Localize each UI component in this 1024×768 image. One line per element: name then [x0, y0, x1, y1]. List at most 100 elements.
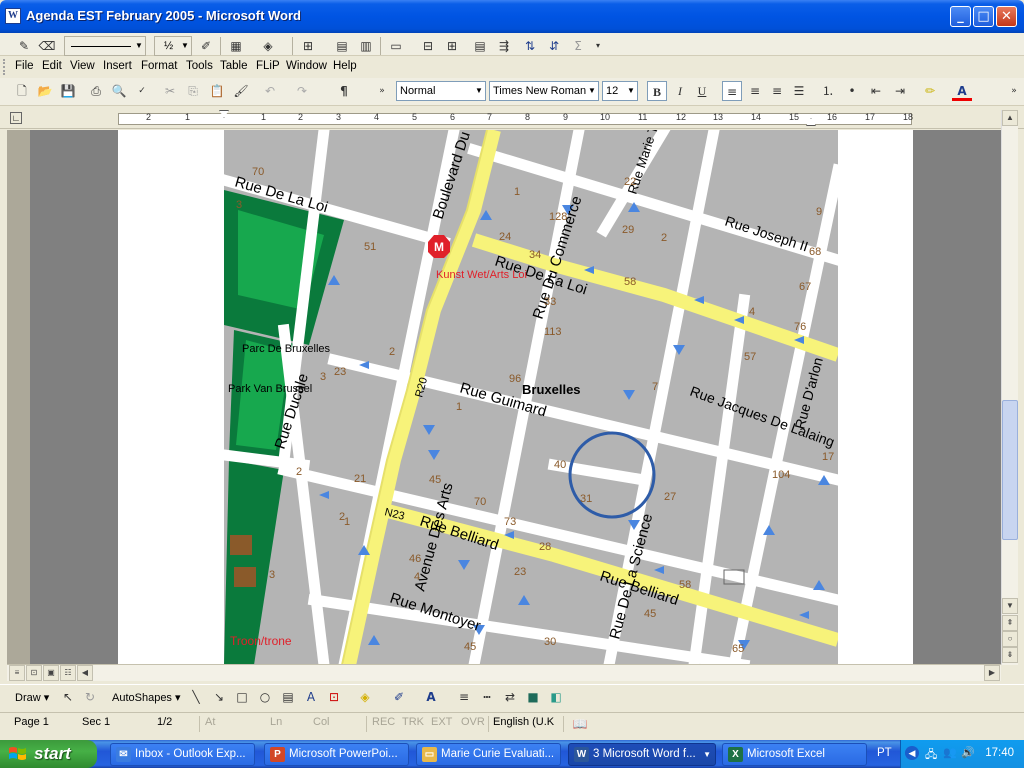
menu-table[interactable]: Table [220, 60, 248, 72]
word-app-icon[interactable]: W [5, 8, 21, 24]
users-icon[interactable]: 👥 [943, 746, 957, 759]
select-browse-object-icon[interactable]: ○ [1002, 631, 1018, 647]
arrow-style-icon[interactable]: ⇄ [500, 687, 520, 707]
tray-expand-icon[interactable]: ◀ [905, 746, 919, 760]
print-icon[interactable]: ⎙ [86, 81, 106, 101]
menu-window[interactable]: Window [286, 60, 327, 72]
align-left-icon[interactable]: ≡ [722, 81, 742, 101]
style-dropdown[interactable]: Normal ▼ [396, 81, 486, 101]
status-rec[interactable]: REC [372, 716, 395, 728]
menu-flip[interactable]: FLiP [256, 60, 280, 72]
toolbar-options-icon[interactable]: ▾ [588, 36, 608, 56]
font-color-draw-icon[interactable]: A [421, 687, 441, 707]
spelling-status-icon[interactable]: 📖 [570, 714, 590, 734]
increase-indent-icon[interactable]: ⇥ [890, 81, 910, 101]
decrease-indent-icon[interactable]: ⇤ [866, 81, 886, 101]
open-folder-icon[interactable]: 📂 [35, 81, 55, 101]
italic-icon[interactable]: I [670, 81, 690, 101]
autoshapes-menu-button[interactable]: AutoShapes ▾ [112, 691, 181, 704]
wordart-icon[interactable]: A [301, 687, 321, 707]
highlight-icon[interactable]: ✏ [920, 81, 940, 101]
align-right-icon[interactable]: ≡ [767, 81, 787, 101]
print-layout-icon[interactable]: ▣ [43, 665, 59, 681]
underline-icon[interactable]: U [692, 81, 712, 101]
task-outlook[interactable]: ✉ Inbox - Outlook Exp... [110, 743, 255, 766]
line-width-dropdown[interactable]: ½ ▼ [154, 36, 192, 56]
menu-view[interactable]: View [70, 60, 95, 72]
insert-table-icon[interactable]: ⊞ [298, 36, 318, 56]
web-layout-icon[interactable]: ⊡ [26, 665, 42, 681]
scroll-thumb[interactable] [1002, 400, 1018, 540]
status-ext[interactable]: EXT [431, 716, 452, 728]
menu-tools[interactable]: Tools [186, 60, 213, 72]
select-objects-icon[interactable]: ↖ [58, 687, 78, 707]
pencil-icon[interactable]: ✎ [14, 36, 34, 56]
clock[interactable]: 17:40 [985, 747, 1014, 759]
paste-icon[interactable]: 📋 [207, 81, 227, 101]
document-page[interactable]: M Rue De La Loi Boulevard Du Regent Rue … [118, 130, 913, 665]
line-icon[interactable]: ╲ [186, 687, 206, 707]
scroll-up-icon[interactable]: ▲ [1002, 110, 1018, 126]
task-folder[interactable]: ▭ Marie Curie Evaluati... [416, 743, 561, 766]
menu-file[interactable]: File [15, 60, 34, 72]
borders-icon[interactable]: ▦ [226, 36, 246, 56]
previous-page-icon[interactable]: ⇞ [1002, 615, 1018, 631]
sort-descending-icon[interactable]: ⇵ [544, 36, 564, 56]
font-size-dropdown[interactable]: 12 ▼ [602, 81, 638, 101]
font-color-icon[interactable]: A [952, 81, 972, 101]
language-indicator[interactable]: PT [877, 747, 892, 759]
spelling-icon[interactable]: ✓ [132, 81, 152, 101]
brussels-map-image[interactable]: M Rue De La Loi Boulevard Du Regent Rue … [224, 130, 838, 665]
document-area[interactable]: M Rue De La Loi Boulevard Du Regent Rue … [7, 130, 1001, 665]
font-dropdown[interactable]: Times New Roman ▼ [489, 81, 599, 101]
menu-edit[interactable]: Edit [42, 60, 62, 72]
oval-icon[interactable]: ○ [255, 687, 275, 707]
status-ovr[interactable]: OVR [461, 716, 485, 728]
new-document-icon[interactable]: 🗋 [12, 81, 32, 101]
shading-icon[interactable]: ◈ [258, 36, 278, 56]
rectangle-icon[interactable]: □ [232, 687, 252, 707]
task-word[interactable]: W 3 Microsoft Word f... ▼ [568, 743, 716, 766]
shadow-icon[interactable]: ■ [523, 687, 543, 707]
clip-art-icon[interactable]: ⊡ [324, 687, 344, 707]
close-button[interactable]: ✕ [996, 6, 1017, 27]
show-hide-icon[interactable]: ¶ [334, 81, 354, 101]
outline-view-icon[interactable]: ☷ [60, 665, 76, 681]
minimize-button[interactable]: _ [950, 6, 971, 27]
numbering-icon[interactable]: ⒈ [818, 81, 838, 101]
line-style-icon[interactable]: ≡ [454, 687, 474, 707]
arrow-icon[interactable]: ↘ [209, 687, 229, 707]
print-preview-icon[interactable]: 🔍 [109, 81, 129, 101]
task-powerpoint[interactable]: P Microsoft PowerPoi... [264, 743, 409, 766]
next-page-icon[interactable]: ⇟ [1002, 647, 1018, 663]
line-style-dropdown[interactable]: ▼ [64, 36, 146, 56]
save-icon[interactable]: 💾 [58, 81, 78, 101]
line-color-draw-icon[interactable]: ✐ [389, 687, 409, 707]
eraser-icon[interactable]: ⌫ [37, 36, 57, 56]
vertical-scrollbar[interactable]: ▲ ▼ ⇞ ○ ⇟ [1001, 110, 1018, 665]
scroll-right-icon[interactable]: ▶ [984, 665, 1000, 681]
format-painter-icon[interactable]: 🖌 [231, 81, 251, 101]
3d-icon[interactable]: ◧ [546, 687, 566, 707]
menu-format[interactable]: Format [141, 60, 177, 72]
horizontal-scrollbar[interactable]: ≡ ⊡ ▣ ☷ ◀ ▶ [7, 664, 1001, 681]
justify-icon[interactable]: ☰ [789, 81, 809, 101]
network-icon[interactable]: 🖧 [925, 746, 937, 765]
scroll-left-icon[interactable]: ◀ [77, 665, 93, 681]
align-center-icon[interactable]: ≡ [745, 81, 765, 101]
scroll-down-icon[interactable]: ▼ [1002, 598, 1018, 614]
menu-insert[interactable]: Insert [103, 60, 132, 72]
line-color-icon[interactable]: ✐ [196, 36, 216, 56]
horizontal-ruler[interactable]: ∟ 2 1 1 2 3 4 5 6 7 8 9 10 11 12 13 14 15 16 17 18 [0, 108, 1024, 129]
menu-help[interactable]: Help [333, 60, 357, 72]
fill-color-icon[interactable]: ◈ [355, 687, 375, 707]
normal-view-icon[interactable]: ≡ [9, 665, 25, 681]
text-box-icon[interactable]: ▤ [278, 687, 298, 707]
status-trk[interactable]: TRK [402, 716, 424, 728]
status-language[interactable]: English (U.K [493, 716, 554, 728]
more-buttons-icon[interactable]: » [372, 81, 392, 101]
volume-icon[interactable]: 🔊 [961, 746, 975, 759]
title-bar[interactable]: W Agenda EST February 2005 - Microsoft W… [0, 0, 1024, 33]
bold-icon[interactable]: B [647, 81, 667, 101]
bullets-icon[interactable]: • [842, 81, 862, 101]
